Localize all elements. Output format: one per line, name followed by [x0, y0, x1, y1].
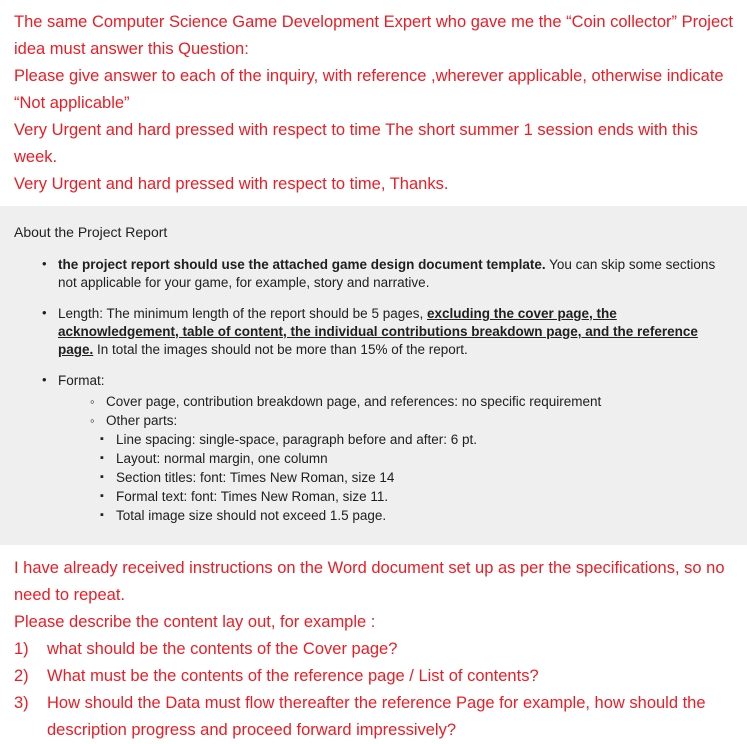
question-text-1: what should be the contents of the Cover… — [47, 640, 398, 658]
other-parts-item-layout: Layout: normal margin, one column — [100, 449, 733, 468]
question-number-2: 2) — [14, 667, 29, 685]
other-parts-item-formal-text: Formal text: font: Times New Roman, size… — [100, 487, 733, 506]
intro-line-3: Very Urgent and hard pressed with respec… — [14, 121, 698, 166]
intro-question-block: The same Computer Science Game Developme… — [0, 0, 747, 206]
question-number-1: 1) — [14, 640, 29, 658]
question-number-3: 3) — [14, 694, 29, 712]
intro-line-1: The same Computer Science Game Developme… — [14, 13, 733, 58]
intro-line-4: Very Urgent and hard pressed with respec… — [14, 175, 449, 193]
bullet-item-format: Format: Cover page, contribution breakdo… — [42, 371, 733, 525]
outro-line-1: I have already received instructions on … — [14, 559, 725, 604]
question-text-2: What must be the contents of the referen… — [47, 667, 539, 685]
bullet-template-bold: the project report should use the attach… — [58, 257, 546, 272]
numbered-question-list: 1) what should be the contents of the Cov… — [14, 636, 733, 744]
project-report-instructions-panel: About the Project Report the project rep… — [0, 206, 747, 545]
other-parts-item-line-spacing: Line spacing: single-space, paragraph be… — [100, 430, 733, 449]
other-parts-sub-list: Line spacing: single-space, paragraph be… — [58, 430, 733, 525]
outro-line-2: Please describe the content lay out, for… — [14, 613, 376, 631]
question-text-3: How should the Data must flow thereafter… — [47, 694, 706, 739]
bullet-format-label: Format: — [58, 373, 105, 388]
format-sub-list: Cover page, contribution breakdown page,… — [58, 392, 733, 430]
bullet-item-template: the project report should use the attach… — [42, 255, 733, 292]
panel-heading: About the Project Report — [14, 224, 168, 240]
other-parts-item-image-size: Total image size should not exceed 1.5 p… — [100, 506, 733, 525]
numbered-question-item-3: 3) How should the Data must flow thereaft… — [14, 690, 733, 744]
numbered-question-item-2: 2) What must be the contents of the refer… — [14, 663, 733, 690]
other-parts-item-section-titles: Section titles: font: Times New Roman, s… — [100, 468, 733, 487]
numbered-question-item-1: 1) what should be the contents of the Cov… — [14, 636, 733, 663]
intro-line-2: Please give answer to each of the inquir… — [14, 67, 724, 112]
outro-question-block: I have already received instructions on … — [0, 545, 747, 744]
bullet-length-lead: Length: The minimum length of the report… — [58, 306, 427, 321]
bullet-item-length: Length: The minimum length of the report… — [42, 304, 733, 359]
format-sub-item-cover: Cover page, contribution breakdown page,… — [90, 392, 733, 411]
instructions-bullet-list: the project report should use the attach… — [14, 255, 733, 525]
format-sub-item-other-parts: Other parts: — [90, 411, 733, 430]
bullet-length-tail: In total the images should not be more t… — [93, 342, 468, 357]
